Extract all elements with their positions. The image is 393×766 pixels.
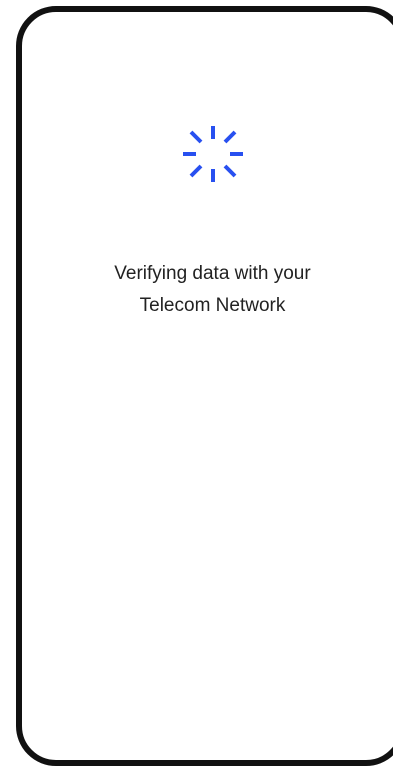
message-line-2: Telecom Network	[139, 295, 286, 316]
phone-frame	[16, 6, 393, 766]
spinner-icon	[180, 121, 246, 187]
verification-message: Verifying data with your Telecom Network	[16, 258, 393, 322]
message-line-1: Verifying data with your	[114, 263, 311, 284]
